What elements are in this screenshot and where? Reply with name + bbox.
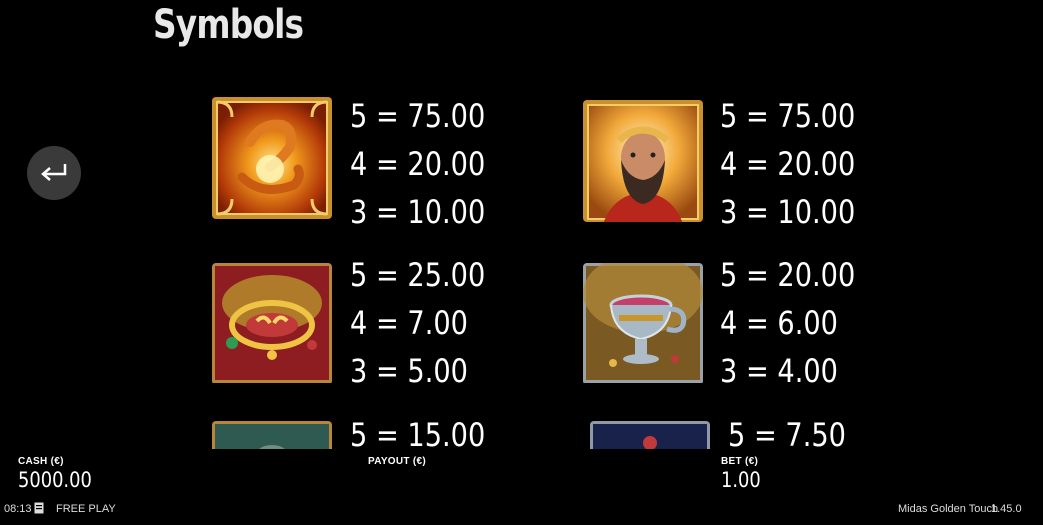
pay-line: 4 = 7.00	[350, 304, 468, 342]
necklace-symbol	[212, 263, 332, 385]
pay-line: 5 = 25.00	[350, 256, 486, 294]
paytable-scroll-area[interactable]: 5 = 75.00 4 = 20.00 3 = 10.00 5 = 75.00 …	[0, 0, 1043, 449]
teal-symbol	[212, 421, 332, 449]
cash-value: 5000.00	[18, 468, 92, 492]
pay-line: 5 = 75.00	[350, 97, 486, 135]
pay-line: 4 = 6.00	[720, 304, 838, 342]
clock: 08:13	[4, 503, 32, 515]
history-icon[interactable]	[34, 502, 44, 517]
pay-line: 3 = 10.00	[350, 193, 486, 231]
bet-label: BET (€)	[721, 456, 759, 467]
pay-line: 5 = 20.00	[720, 256, 856, 294]
king-midas-paytable: 5 = 75.00 4 = 20.00 3 = 10.00	[720, 92, 855, 236]
teal-symbol-paytable: 5 = 15.00	[350, 411, 485, 449]
play-mode: FREE PLAY	[56, 503, 116, 515]
chalice-symbol	[583, 263, 703, 385]
pay-line: 3 = 4.00	[720, 352, 838, 390]
pay-line: 5 = 15.00	[350, 416, 486, 449]
cash-label: CASH (€)	[18, 456, 64, 467]
golden-hand-symbol	[212, 97, 332, 219]
blue-symbol-paytable: 5 = 7.50	[728, 411, 846, 449]
bet-value: 1.00	[721, 468, 761, 492]
payout-label: PAYOUT (€)	[368, 456, 427, 467]
blue-symbol	[590, 421, 710, 449]
pay-line: 4 = 20.00	[720, 145, 856, 183]
game-version: 1.45.0	[991, 503, 1022, 515]
king-midas-symbol	[583, 100, 703, 222]
game-name: Midas Golden Touch	[898, 503, 999, 515]
golden-hand-paytable: 5 = 75.00 4 = 20.00 3 = 10.00	[350, 92, 485, 236]
pay-line: 5 = 75.00	[720, 97, 856, 135]
pay-line: 5 = 7.50	[728, 416, 846, 449]
pay-line: 3 = 10.00	[720, 193, 856, 231]
chalice-paytable: 5 = 20.00 4 = 6.00 3 = 4.00	[720, 251, 855, 395]
pay-line: 3 = 5.00	[350, 352, 468, 390]
necklace-paytable: 5 = 25.00 4 = 7.00 3 = 5.00	[350, 251, 485, 395]
pay-line: 4 = 20.00	[350, 145, 486, 183]
